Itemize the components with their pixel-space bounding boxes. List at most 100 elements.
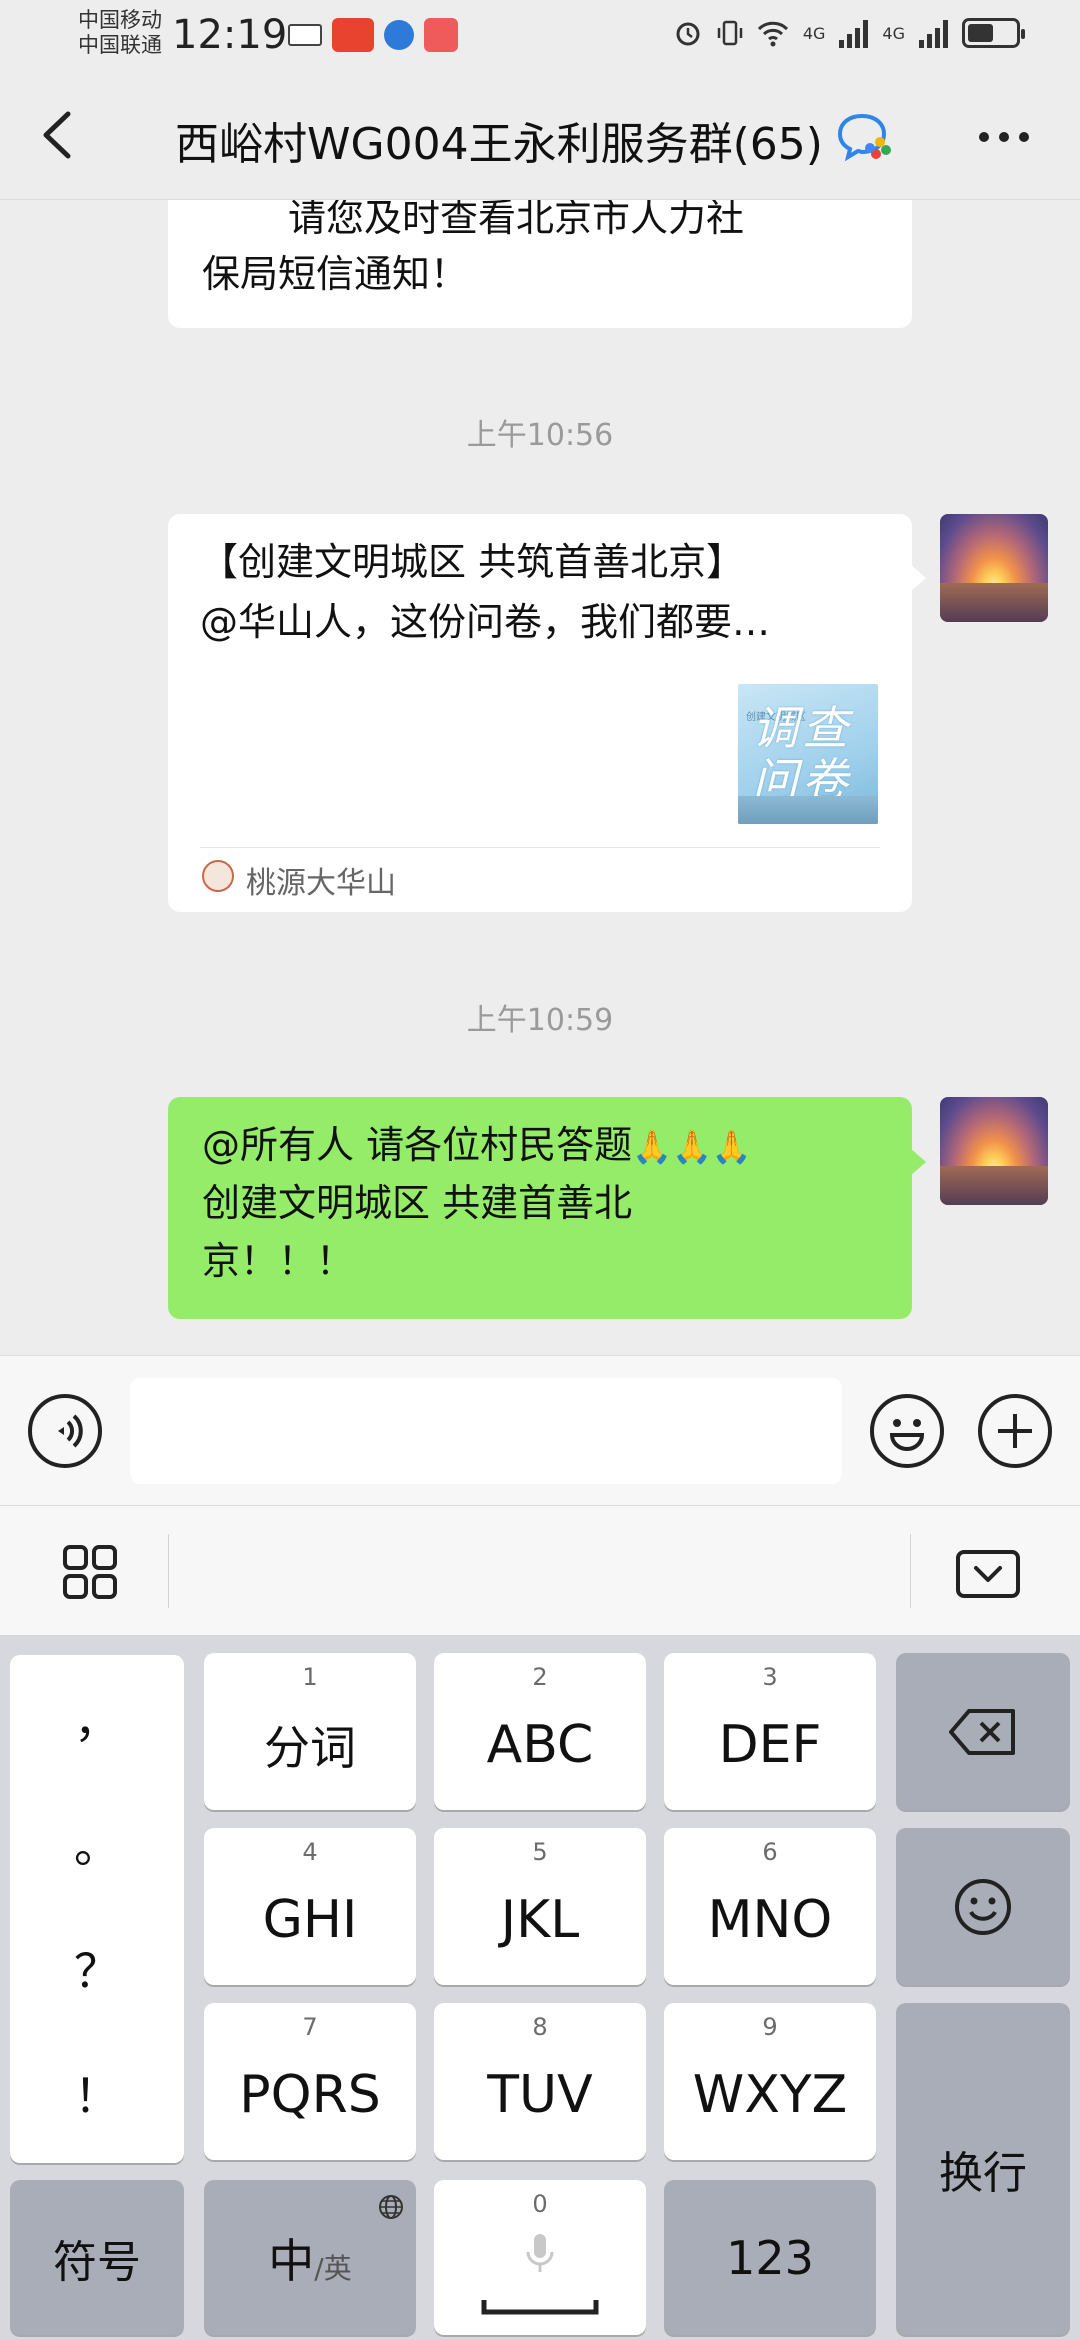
- key-1[interactable]: 1 分词: [204, 1653, 416, 1810]
- thumb-title: 调查问卷: [752, 701, 852, 807]
- key-5[interactable]: 5 JKL: [434, 1828, 646, 1985]
- numbers-label: 123: [726, 2230, 814, 2285]
- avatar[interactable]: [940, 514, 1048, 622]
- enter-key[interactable]: 换行: [896, 2003, 1070, 2335]
- key-label: TUV: [487, 2064, 593, 2125]
- message-text: 保局短信通知！: [202, 252, 469, 296]
- numbers-key[interactable]: 123: [664, 2180, 876, 2335]
- emoji-key[interactable]: [896, 1828, 1070, 1985]
- key-number: 6: [762, 1838, 778, 1866]
- ellipsis-icon[interactable]: [978, 122, 1030, 152]
- avatar[interactable]: [940, 1097, 1048, 1205]
- smiley-icon: [889, 1419, 925, 1451]
- plus-icon: [998, 1414, 1032, 1448]
- network-label-2: 4G: [882, 23, 905, 43]
- carrier-names: 中国移动 中国联通: [78, 8, 162, 58]
- lang-alt-label: /英: [314, 2251, 352, 2285]
- language-switch-key[interactable]: 中/英: [204, 2180, 416, 2335]
- punct-period-key[interactable]: 。: [10, 1810, 184, 1876]
- grid-icon[interactable]: [62, 1544, 118, 1600]
- key-label: MNO: [707, 1889, 833, 1950]
- voice-icon: [58, 1414, 83, 1448]
- key-3[interactable]: 3 DEF: [664, 1653, 876, 1810]
- chat-message-list[interactable]: 请您及时查看北京市人力社 保局短信通知！ 上午10:56 【创建文明城区 共筑首…: [0, 200, 1080, 1355]
- signal-1-icon: [839, 18, 869, 48]
- space-key[interactable]: 0: [434, 2180, 646, 2335]
- key-6[interactable]: 6 MNO: [664, 1828, 876, 1985]
- enter-label: 换行: [939, 2148, 1027, 2199]
- toutiao-notify-icon: [332, 18, 374, 52]
- card-thumbnail: 创建文明城区 调查问卷: [738, 684, 878, 824]
- key-label: 分词: [264, 1720, 356, 1775]
- bubble-tail: [910, 1148, 926, 1176]
- card-title-line: @华山人，这份问卷，我们都要…: [200, 600, 771, 644]
- key-2[interactable]: 2 ABC: [434, 1653, 646, 1810]
- appgallery-notify-icon: [424, 18, 458, 52]
- message-text: @所有人 请各位村民答题: [202, 1123, 633, 1167]
- message-bubble-sent[interactable]: @所有人 请各位村民答题🙏🙏🙏 创建文明城区 共建首善北 京！！！: [168, 1097, 912, 1319]
- toolbar-divider: [168, 1534, 169, 1608]
- message-text-line: @所有人 请各位村民答题🙏🙏🙏: [202, 1117, 752, 1175]
- punct-comma-key[interactable]: ，: [10, 1685, 184, 1751]
- hide-keyboard-button[interactable]: [956, 1550, 1020, 1598]
- bubble-tail: [910, 564, 926, 592]
- key-number: 3: [762, 1663, 778, 1691]
- globe-icon: [379, 2195, 403, 2219]
- key-number: 5: [532, 1838, 548, 1866]
- key-number: 0: [532, 2190, 548, 2218]
- key-label: PQRS: [239, 2064, 381, 2125]
- symbols-label: 符号: [53, 2236, 141, 2288]
- chat-header: 西峪村WG004王永利服务群(65): [0, 70, 1080, 200]
- voice-button[interactable]: [28, 1394, 102, 1468]
- keyboard-toolbar: [0, 1505, 1080, 1635]
- chevron-left-icon[interactable]: [38, 110, 78, 160]
- message-text: 京！！！: [202, 1239, 355, 1283]
- keyboard-notify-icon: [288, 24, 322, 46]
- key-number: 9: [762, 2013, 778, 2041]
- symbols-key[interactable]: 符号: [10, 2180, 184, 2335]
- timestamp: 上午10:59: [466, 1003, 614, 1038]
- key-label: GHI: [262, 1889, 358, 1950]
- network-label-1: 4G: [802, 23, 826, 43]
- key-number: 7: [302, 2013, 318, 2041]
- chevron-down-icon: [974, 1566, 1002, 1582]
- browser-notify-icon: [384, 20, 414, 50]
- backspace-key[interactable]: [896, 1653, 1070, 1810]
- carrier-1: 中国移动: [78, 8, 162, 32]
- toolbar-divider: [910, 1534, 911, 1608]
- key-9[interactable]: 9 WXYZ: [664, 2003, 876, 2160]
- source-logo-icon: [202, 860, 234, 892]
- wifi-icon: [757, 21, 788, 47]
- card-source-name: 桃源大华山: [246, 866, 396, 901]
- carrier-2: 中国联通: [78, 33, 162, 57]
- message-input-bar: [0, 1355, 1080, 1505]
- link-card-message[interactable]: 【创建文明城区 共筑首善北京】 @华山人，这份问卷，我们都要… 创建文明城区 调…: [168, 514, 912, 912]
- key-label: WXYZ: [692, 2064, 848, 2125]
- key-label: JKL: [500, 1889, 580, 1950]
- key-number: 1: [302, 1663, 318, 1691]
- emoji-button[interactable]: [870, 1394, 944, 1468]
- card-divider: [200, 847, 880, 848]
- key-label: DEF: [718, 1714, 822, 1775]
- key-number: 4: [302, 1838, 318, 1866]
- key-number: 2: [532, 1663, 548, 1691]
- punct-exclaim-key[interactable]: ！: [10, 2060, 184, 2126]
- message-input[interactable]: [130, 1378, 842, 1484]
- battery-icon: [962, 18, 1025, 48]
- more-functions-button[interactable]: [978, 1394, 1052, 1468]
- thumb-skyline: [738, 796, 878, 824]
- punct-question-key[interactable]: ？: [10, 1935, 184, 2001]
- key-8[interactable]: 8 TUV: [434, 2003, 646, 2160]
- lang-main-label: 中: [268, 2233, 315, 2288]
- key-7[interactable]: 7 PQRS: [204, 2003, 416, 2160]
- message-bubble-received[interactable]: 请您及时查看北京市人力社 保局短信通知！: [168, 200, 912, 328]
- space-bar-icon: [481, 2300, 599, 2315]
- backspace-icon: [949, 1708, 1015, 1755]
- mic-icon: [526, 2234, 554, 2272]
- work-chat-icon: [837, 113, 891, 162]
- punctuation-column[interactable]: ， 。 ？ ！: [10, 1655, 184, 2163]
- card-title-line: 【创建文明城区 共筑首善北京】: [200, 540, 745, 584]
- timestamp: 上午10:56: [466, 418, 614, 453]
- smiley-icon: [955, 1878, 1011, 1935]
- key-4[interactable]: 4 GHI: [204, 1828, 416, 1985]
